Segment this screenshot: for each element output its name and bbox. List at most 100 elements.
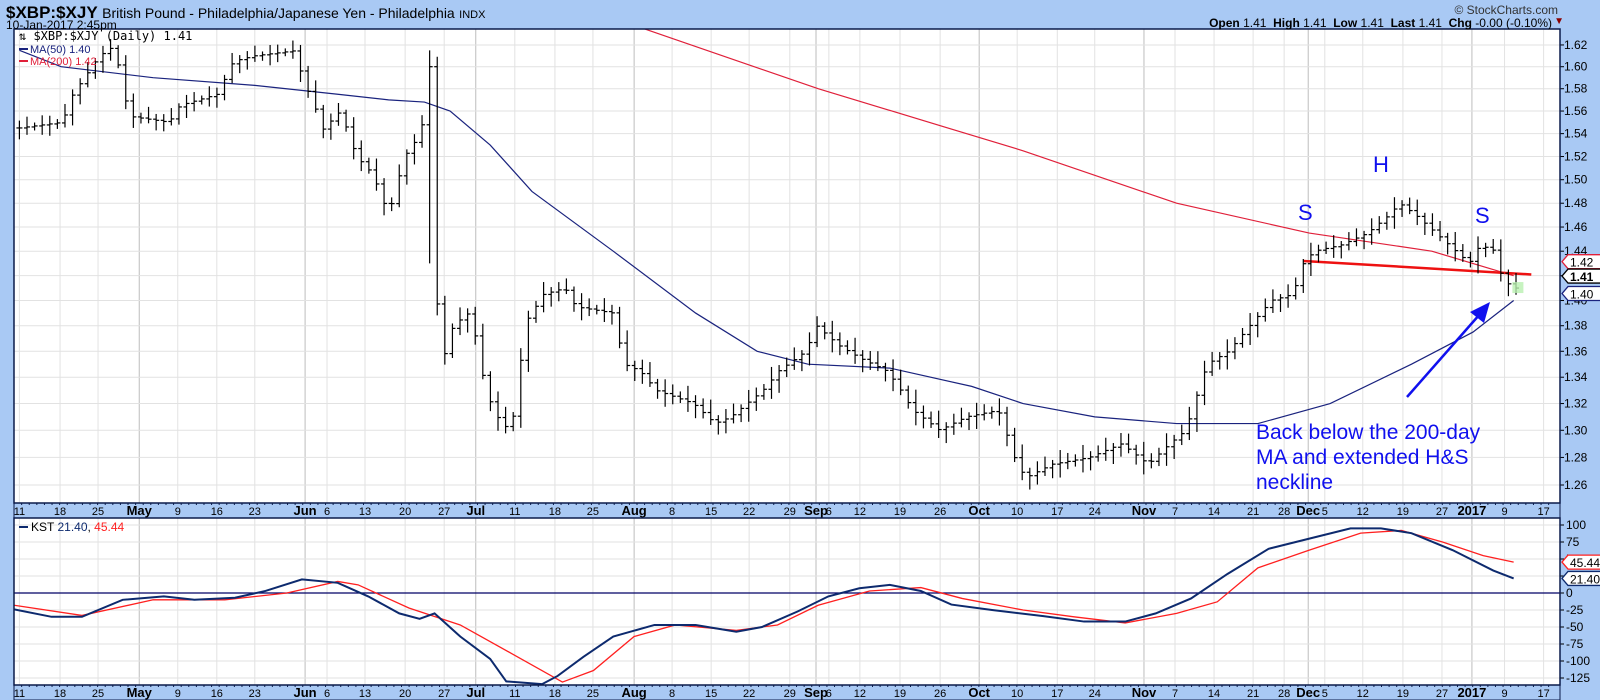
date-tick-label: 18 — [54, 506, 66, 518]
y-tick-label: 1.54 — [1564, 127, 1588, 141]
date-tick-label: 5 — [1322, 506, 1328, 518]
date-tick-label: 27 — [1436, 688, 1448, 700]
kst-panel — [14, 518, 1560, 685]
date-tick-label: 25 — [587, 506, 599, 518]
date-tick-label: 9 — [175, 506, 181, 518]
date-tick-label: 7 — [1172, 506, 1178, 518]
low-value: 1.41 — [1360, 16, 1384, 30]
date-tick-label: 11 — [14, 688, 25, 700]
date-tick-label: May — [127, 685, 153, 700]
date-tick-label: Oct — [968, 685, 990, 700]
down-triangle-icon: ▼ — [1554, 16, 1564, 27]
date-tick-label: 18 — [549, 688, 561, 700]
ma50-value-tag: 1.40 — [1561, 285, 1600, 302]
last-label: Last — [1390, 16, 1416, 30]
date-tick-label: 5 — [1322, 688, 1328, 700]
y-tick-label: 1.26 — [1564, 478, 1588, 492]
date-tick-label: 12 — [854, 688, 866, 700]
kst-tick-label: -100 — [1566, 654, 1590, 668]
y-tick-label: 1.34 — [1564, 370, 1588, 384]
last-price-tag: 1.41 — [1561, 268, 1600, 284]
chg-label: Chg — [1448, 16, 1472, 30]
date-tick-label: 24 — [1089, 688, 1101, 700]
copyright: © StockCharts.com — [1454, 3, 1558, 17]
date-tick-label: 10 — [1011, 688, 1023, 700]
date-tick-label: Oct — [968, 503, 990, 518]
date-tick-label: 29 — [784, 506, 796, 518]
annotation-right-shoulder: S — [1475, 203, 1490, 228]
date-tick-label: 19 — [1397, 506, 1409, 518]
kst-tick-label: -25 — [1566, 603, 1584, 617]
date-tick-label: 22 — [743, 688, 755, 700]
ohlc-readout: Open 1.41 High 1.41 Low 1.41 Last 1.41 C… — [1209, 16, 1552, 30]
date-tick-label: 2017 — [1457, 503, 1486, 518]
ma200-value-tag: 1.42 — [1561, 254, 1600, 270]
kst-legend: KST 21.40, 45.44 — [31, 520, 125, 534]
tag-text: 1.41 — [1570, 270, 1594, 284]
date-tick-label: 14 — [1208, 688, 1220, 700]
y-tick-label: 1.60 — [1564, 60, 1588, 74]
y-tick-label: 1.62 — [1564, 38, 1588, 52]
low-label: Low — [1333, 16, 1358, 30]
y-tick-label: 1.48 — [1564, 196, 1588, 210]
date-tick-label: 7 — [1172, 688, 1178, 700]
kst-tick-label: 100 — [1566, 518, 1586, 532]
date-tick-label: 11 — [509, 688, 520, 700]
date-tick-label: 22 — [743, 506, 755, 518]
date-tick-label: 26 — [934, 688, 946, 700]
date-tick-label: 17 — [1051, 688, 1063, 700]
y-tick-label: 1.58 — [1564, 82, 1588, 96]
date-tick-label: 12 — [1357, 506, 1369, 518]
date-tick-label: 28 — [1278, 688, 1290, 700]
open-label: Open — [1209, 16, 1240, 30]
date-tick-label: 15 — [705, 688, 717, 700]
kst-tick-label: 75 — [1566, 535, 1580, 549]
date-tick-label: Nov — [1132, 685, 1157, 700]
date-tick-label: 24 — [1089, 506, 1101, 518]
date-tick-label: Jul — [466, 685, 485, 700]
exchange: INDX — [459, 9, 486, 21]
date-tick-label: 27 — [438, 506, 450, 518]
date-tick-label: 2017 — [1457, 685, 1486, 700]
date-tick-label: 20 — [399, 506, 411, 518]
date-tick-label: Sep — [804, 685, 828, 700]
date-tick-label: Aug — [621, 503, 646, 518]
annotation-note: Back below the 200-day MA and extended H… — [1256, 420, 1480, 495]
tag-text: 45.44 — [1570, 556, 1600, 570]
y-tick-label: 1.28 — [1564, 450, 1588, 464]
kst-tick-label: 0 — [1566, 586, 1573, 600]
date-tick-label: 6 — [324, 688, 330, 700]
date-tick-label: 6 — [324, 506, 330, 518]
date-tick-label: 9 — [175, 688, 181, 700]
date-tick-label: 17 — [1051, 506, 1063, 518]
kst-legend-part: KST — [31, 520, 57, 534]
tag-text: 1.42 — [1570, 256, 1594, 270]
date-tick-label: Sep — [804, 503, 828, 518]
date-tick-label: Jun — [294, 685, 317, 700]
high-value: 1.41 — [1303, 16, 1327, 30]
date-tick-label: 18 — [549, 506, 561, 518]
y-tick-label: 1.50 — [1564, 173, 1588, 187]
date-tick-label: 25 — [587, 688, 599, 700]
date-tick-label: 15 — [705, 506, 717, 518]
chart-datetime: 10-Jan-2017 2:45pm — [6, 18, 117, 32]
date-tick-label: 23 — [249, 688, 261, 700]
date-tick-label: 19 — [1397, 688, 1409, 700]
date-tick-label: Jun — [294, 503, 317, 518]
date-tick-label: 25 — [92, 688, 104, 700]
date-tick-label: 21 — [1247, 688, 1259, 700]
price-chart: 1.261.281.301.321.341.361.381.401.421.44… — [13, 28, 1600, 700]
date-tick-label: 18 — [54, 688, 66, 700]
kst-legend-part: , — [88, 520, 95, 534]
date-tick-label: 21 — [1247, 506, 1259, 518]
date-tick-label: May — [127, 503, 153, 518]
date-tick-label: 6 — [826, 506, 832, 518]
date-tick-label: 9 — [1501, 506, 1507, 518]
ma50-legend: MA(50) 1.40 — [30, 44, 91, 56]
date-tick-label: 17 — [1537, 688, 1549, 700]
date-tick-label: 27 — [438, 688, 450, 700]
ma200-legend: MA(200) 1.42 — [30, 56, 97, 68]
date-tick-label: 12 — [1357, 688, 1369, 700]
date-tick-label: Jul — [466, 503, 485, 518]
date-tick-label: Dec — [1296, 685, 1320, 700]
